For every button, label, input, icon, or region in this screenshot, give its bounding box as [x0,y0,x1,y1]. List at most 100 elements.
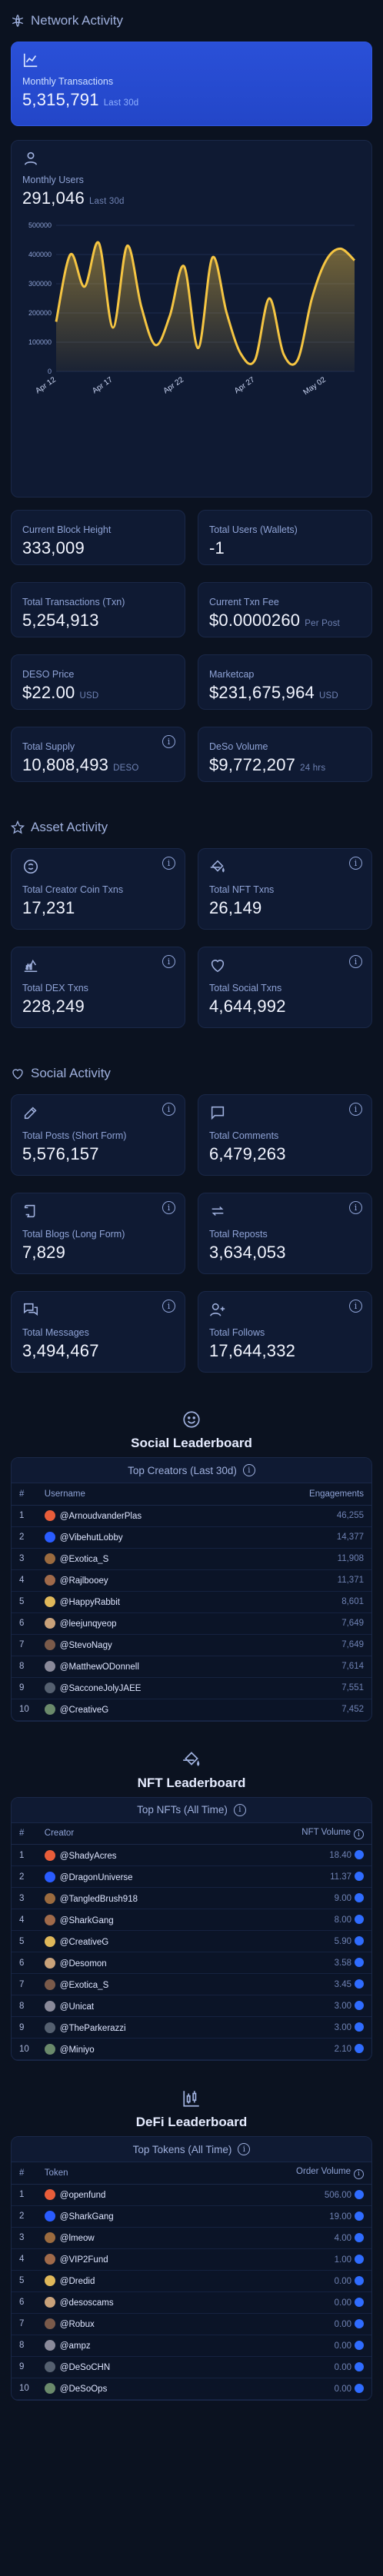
table-row[interactable]: 10 @DeSoOps 0.00 [12,2378,371,2400]
value-cell: 7,649 [243,1634,371,1656]
table-row[interactable]: 7 @Exotica_S 3.45 [12,1973,371,1995]
deso-coin-icon [355,2383,364,2393]
user-cell[interactable]: @StevoNagy [36,1634,244,1656]
heart-outline-icon [209,957,226,973]
user-cell[interactable]: @Dredid [36,2270,206,2292]
info-icon[interactable]: i [349,1201,362,1214]
table-row[interactable]: 5 @HappyRabbit 8,601 [12,1591,371,1613]
table-row[interactable]: 3 @lmeow 4.00 [12,2227,371,2249]
info-icon[interactable]: i [349,1300,362,1313]
info-icon[interactable]: i [349,1103,362,1116]
info-icon[interactable]: i [162,955,175,968]
info-icon[interactable]: i [233,1803,246,1816]
table-row[interactable]: 9 @DeSoCHN 0.00 [12,2356,371,2378]
info-icon[interactable]: i [349,955,362,968]
user-cell[interactable]: @SharkGang [36,2205,206,2228]
deso-coin-icon [355,2044,364,2053]
activity-label: Total Creator Coin Txns [22,884,124,895]
info-icon[interactable]: i [242,1464,255,1476]
activity-value: 26,149 [209,898,262,917]
table-row[interactable]: 10 @CreativeG 7,452 [12,1699,371,1721]
table-row[interactable]: 4 @VIP2Fund 1.00 [12,2248,371,2271]
table-row[interactable]: 8 @ampz 0.00 [12,2335,371,2357]
user-cell[interactable]: @DeSoCHN [36,2356,206,2378]
user-cell[interactable]: @ShadyAcres [36,1844,232,1866]
user-cell[interactable]: @Miniyo [36,2038,232,2060]
user-cell[interactable]: @Exotica_S [36,1548,244,1570]
user-cell[interactable]: @ArnoudvanderPlas [36,1505,244,1527]
info-icon[interactable]: i [162,1103,175,1116]
user-cell[interactable]: @openfund [36,2184,206,2206]
value-cell: 19.00 [205,2205,371,2228]
table-row[interactable]: 4 @Rajlbooey 11,371 [12,1569,371,1592]
table-row[interactable]: 10 @Miniyo 2.10 [12,2038,371,2060]
table-row[interactable]: 2 @SharkGang 19.00 [12,2205,371,2228]
user-cell[interactable]: @lmeow [36,2227,206,2249]
info-icon[interactable]: i [162,1300,175,1313]
user-cell[interactable]: @SacconeJolyJAEE [36,1677,244,1699]
user-cell[interactable]: @ampz [36,2335,206,2357]
user-cell[interactable]: @Rajlbooey [36,1569,244,1592]
avatar [44,2232,55,2243]
user-cell[interactable]: @Exotica_S [36,1973,232,1995]
user-cell[interactable]: @VibehutLobby [36,1526,244,1549]
table-row[interactable]: 8 @MatthewODonnell 7,614 [12,1656,371,1678]
user-cell[interactable]: @TangledBrush918 [36,1887,232,1909]
table-row[interactable]: 6 @leejunqyeop 7,649 [12,1612,371,1635]
table-row[interactable]: 9 @SacconeJolyJAEE 7,551 [12,1677,371,1699]
user-cell[interactable]: @VIP2Fund [36,2248,206,2271]
table-row[interactable]: 1 @openfund 506.00 [12,2184,371,2206]
info-icon[interactable]: i [162,735,175,748]
user-cell[interactable]: @TheParkerazzi [36,2016,232,2039]
table-row[interactable]: 6 @Desomon 3.58 [12,1952,371,1974]
user-cell[interactable]: @Desomon [36,1952,232,1974]
user-cell[interactable]: @CreativeG [36,1699,244,1721]
table-row[interactable]: 5 @CreativeG 5.90 [12,1930,371,1952]
card-label: Monthly Users [22,175,84,185]
user-cell[interactable]: @SharkGang [36,1909,232,1931]
y-tick-label: 100000 [28,338,52,346]
info-icon[interactable]: i [238,2143,251,2155]
user-cell[interactable]: @leejunqyeop [36,1612,244,1635]
user-cell[interactable]: @Robux [36,2313,206,2335]
rank: 1 [12,2184,37,2206]
user-cell[interactable]: @DragonUniverse [36,1865,232,1888]
table-row[interactable]: 4 @SharkGang 8.00 [12,1909,371,1931]
table-row[interactable]: 1 @ArnoudvanderPlas 46,255 [12,1505,371,1527]
avatar [44,1871,55,1882]
monthly-transactions-card[interactable]: Monthly Transactions 5,315,791 Last 30d [11,42,372,126]
table-row[interactable]: 3 @Exotica_S 11,908 [12,1548,371,1570]
user-cell[interactable]: @HappyRabbit [36,1591,244,1613]
user-cell[interactable]: @DeSoOps [36,2378,206,2400]
deso-coin-icon [355,1872,364,1881]
user-cell[interactable]: @desoscams [36,2291,206,2314]
deso-coin-icon [355,2275,364,2285]
table-row[interactable]: 8 @Unicat 3.00 [12,1995,371,2017]
stat-label: Total Users (Wallets) [209,524,298,535]
table-row[interactable]: 7 @StevoNagy 7,649 [12,1634,371,1656]
col-rank: # [12,1822,37,1845]
avatar [44,1618,55,1629]
info-icon[interactable]: i [349,857,362,870]
table-row[interactable]: 7 @Robux 0.00 [12,2313,371,2335]
table-row[interactable]: 2 @DragonUniverse 11.37 [12,1865,371,1888]
info-icon[interactable]: i [162,1201,175,1214]
table-row[interactable]: 2 @VibehutLobby 14,377 [12,1526,371,1549]
dex-icon [22,957,39,973]
info-icon[interactable]: i [354,1829,364,1839]
table-row[interactable]: 9 @TheParkerazzi 3.00 [12,2016,371,2039]
table-row[interactable]: 3 @TangledBrush918 9.00 [12,1887,371,1909]
user-cell[interactable]: @Unicat [36,1995,232,2017]
avatar [44,2043,55,2055]
user-cell[interactable]: @CreativeG [36,1930,232,1952]
stat-value: $22.00 USD [22,683,99,702]
info-icon[interactable]: i [354,2168,364,2179]
user-cell[interactable]: @MatthewODonnell [36,1656,244,1678]
monthly-users-chart[interactable]: 500000 400000 300000 200000 100000 0 Apr 12 Apr… [22,216,361,397]
table-row[interactable]: 6 @desoscams 0.00 [12,2291,371,2314]
activity-value: 7,829 [22,1243,66,1262]
table-row[interactable]: 5 @Dredid 0.00 [12,2270,371,2292]
stat-card: DeSo Volume $9,772,207 24 hrs [198,727,372,782]
info-icon[interactable]: i [162,857,175,870]
table-row[interactable]: 1 @ShadyAcres 18.40 [12,1844,371,1866]
